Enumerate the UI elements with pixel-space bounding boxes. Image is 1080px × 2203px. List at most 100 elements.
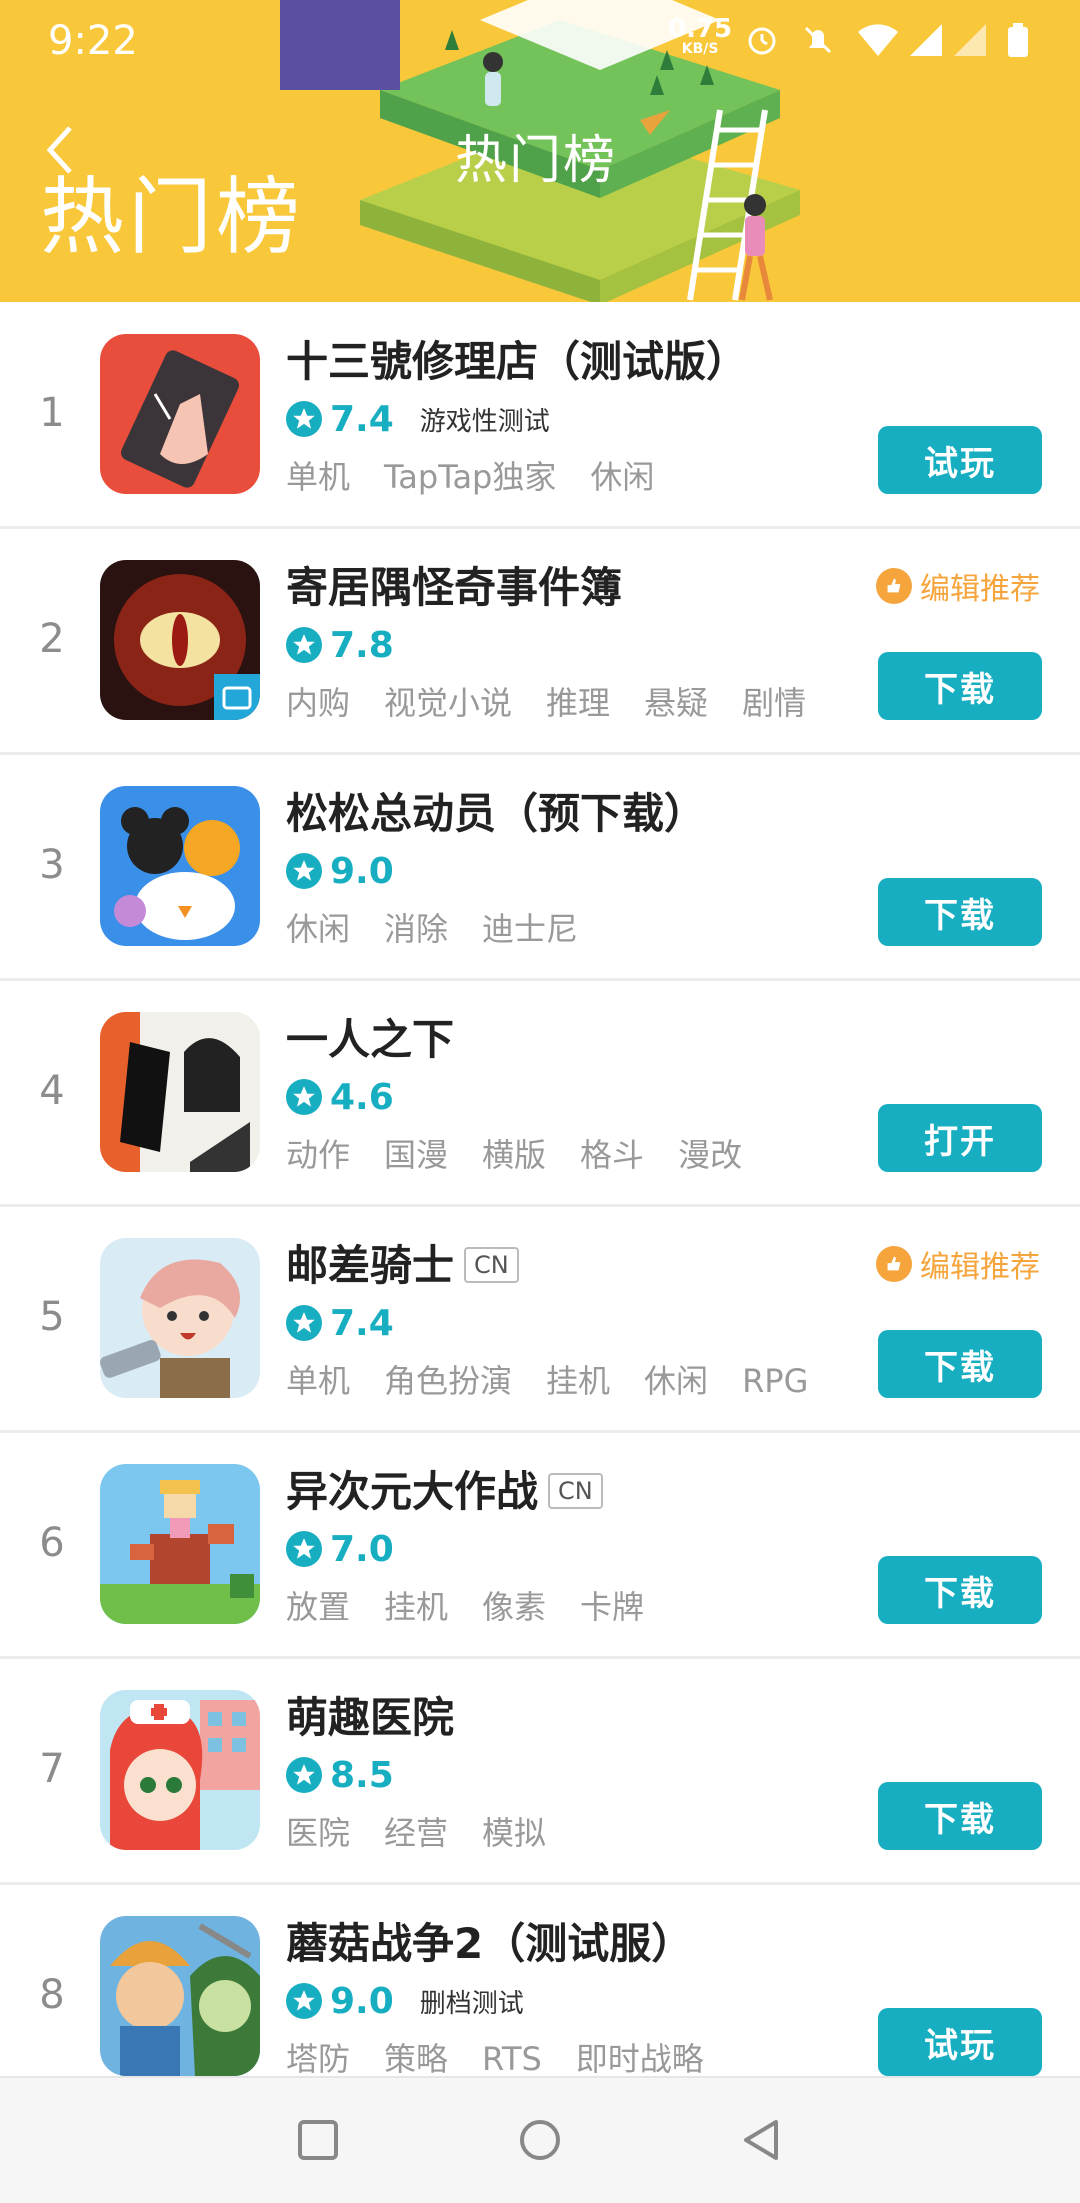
knight-girl-icon[interactable]: [100, 1238, 260, 1398]
disney-tsum-icon[interactable]: [100, 786, 260, 946]
open-button[interactable]: 打开: [878, 1104, 1042, 1172]
list-item[interactable]: 5 邮差骑士 CN 编辑推荐 7.4 单机 角色扮演 挂机 休闲 RPG 下载: [0, 1206, 1080, 1433]
app-name[interactable]: 萌趣医院: [286, 1684, 454, 1745]
star-icon: [286, 853, 322, 889]
list-item[interactable]: 3 松松总动员（预下载） 9.0 休闲 消除 迪士尼 下载: [0, 754, 1080, 981]
tag[interactable]: 像素: [482, 1588, 546, 1626]
tag[interactable]: 推理: [546, 684, 610, 722]
list-item[interactable]: 8 蘑菇战争2（测试服） 9.0 删档测试 塔防 策略 RTS 即时战略 试玩: [0, 1884, 1080, 2108]
rank-number: 8: [39, 1972, 65, 2018]
tag[interactable]: 挂机: [546, 1362, 610, 1400]
phone-hand-icon[interactable]: [100, 334, 260, 494]
app-name[interactable]: 异次元大作战 CN: [286, 1458, 603, 1519]
tag-list: 内购 视觉小说 推理 悬疑 剧情: [286, 678, 840, 724]
app-name[interactable]: 蘑菇战争2（测试服）: [286, 1910, 693, 1971]
pixel-dragon-icon[interactable]: [100, 1464, 260, 1624]
mushroom-war-icon[interactable]: [100, 1916, 260, 2076]
try-button[interactable]: 试玩: [878, 2008, 1042, 2076]
list-item[interactable]: 1 十三號修理店（测试版） 7.4 游戏性测试 单机 TapTap独家 休闲 试玩: [0, 302, 1080, 529]
tag[interactable]: 塔防: [286, 2040, 350, 2078]
score-value: 7.4: [330, 1302, 394, 1344]
recents-square-icon[interactable]: [296, 2118, 340, 2162]
cn-badge: CN: [548, 1472, 603, 1509]
tag[interactable]: 卡牌: [580, 1588, 644, 1626]
tag[interactable]: 国漫: [384, 1136, 448, 1174]
tag[interactable]: 消除: [384, 910, 448, 948]
tag[interactable]: 视觉小说: [384, 684, 512, 722]
app-name-text: 一人之下: [286, 1015, 455, 1064]
app-name[interactable]: 一人之下: [286, 1006, 454, 1067]
tag[interactable]: 动作: [286, 1136, 350, 1174]
rank-number: 7: [39, 1746, 65, 1792]
app-name[interactable]: 邮差骑士 CN: [286, 1232, 519, 1293]
download-button[interactable]: 下载: [878, 1330, 1042, 1398]
ink-character-icon[interactable]: [100, 1012, 260, 1172]
app-name[interactable]: 十三號修理店（测试版）: [286, 328, 748, 389]
tag[interactable]: 挂机: [384, 1588, 448, 1626]
app-name[interactable]: 寄居隅怪奇事件簿: [286, 554, 622, 615]
rank-number: 1: [39, 390, 65, 436]
app-name-text: 异次元大作战: [286, 1467, 539, 1516]
tag[interactable]: 即时战略: [576, 2040, 704, 2078]
tag-list: 休闲 消除 迪士尼: [286, 904, 612, 950]
tag[interactable]: 单机: [286, 458, 350, 496]
signal-icon: [910, 24, 942, 56]
star-icon: [286, 1757, 322, 1793]
star-icon: [286, 627, 322, 663]
star-icon: [286, 1531, 322, 1567]
nurse-icon[interactable]: [100, 1690, 260, 1850]
status-bar: 9:22 0.75 KB/S: [0, 0, 1080, 80]
app-name-text: 松松总动员（预下载）: [286, 789, 707, 838]
list-item[interactable]: 7 萌趣医院 8.5 医院 经营 模拟 下载: [0, 1658, 1080, 1885]
app-score: 7.4 游戏性测试: [286, 396, 550, 442]
list-item[interactable]: 2 寄居隅怪奇事件簿 编辑推荐 7.8 内购 视觉小说 推理 悬疑 剧情 下载: [0, 528, 1080, 755]
app-score: 8.5: [286, 1752, 394, 1798]
star-icon: [286, 401, 322, 437]
download-button[interactable]: 下载: [878, 1556, 1042, 1624]
tag[interactable]: 单机: [286, 1362, 350, 1400]
tag[interactable]: 放置: [286, 1588, 350, 1626]
app-score: 7.0: [286, 1526, 394, 1572]
try-button[interactable]: 试玩: [878, 426, 1042, 494]
tag-list: 单机 角色扮演 挂机 休闲 RPG: [286, 1356, 842, 1402]
download-button[interactable]: 下载: [878, 652, 1042, 720]
back-triangle-icon[interactable]: [740, 2118, 784, 2162]
tag[interactable]: 横版: [482, 1136, 546, 1174]
tag-list: 放置 挂机 像素 卡牌: [286, 1582, 678, 1628]
app-name[interactable]: 松松总动员（预下载）: [286, 780, 706, 841]
app-name-text: 寄居隅怪奇事件簿: [286, 563, 623, 612]
tag[interactable]: 经营: [384, 1814, 448, 1852]
net-speed-unit: KB/S: [681, 41, 719, 57]
tag[interactable]: RTS: [482, 2040, 542, 2078]
tag[interactable]: 医院: [286, 1814, 350, 1852]
tag[interactable]: RPG: [742, 1362, 808, 1400]
net-speed: 0.75 KB/S: [668, 16, 732, 56]
tag[interactable]: 休闲: [644, 1362, 708, 1400]
tag[interactable]: 格斗: [580, 1136, 644, 1174]
download-button[interactable]: 下载: [878, 878, 1042, 946]
tag[interactable]: 休闲: [590, 458, 654, 496]
tag[interactable]: 悬疑: [644, 684, 708, 722]
editor-recommend: 编辑推荐: [876, 1242, 1040, 1286]
score-value: 9.0: [330, 850, 394, 892]
tag[interactable]: 剧情: [742, 684, 806, 722]
app-name-text: 萌趣医院: [286, 1693, 455, 1742]
list-item[interactable]: 4 一人之下 4.6 动作 国漫 横版 格斗 漫改 打开: [0, 980, 1080, 1207]
home-circle-icon[interactable]: [518, 2118, 562, 2162]
tag[interactable]: 漫改: [678, 1136, 742, 1174]
app-score: 7.8: [286, 622, 394, 668]
recommend-label: 编辑推荐: [920, 572, 1040, 607]
list-item[interactable]: 6 异次元大作战 CN 7.0 放置 挂机 像素 卡牌 下载: [0, 1432, 1080, 1659]
tag[interactable]: 角色扮演: [384, 1362, 512, 1400]
tag[interactable]: 策略: [384, 2040, 448, 2078]
tag[interactable]: 内购: [286, 684, 350, 722]
download-button[interactable]: 下载: [878, 1782, 1042, 1850]
thumbs-up-icon: [876, 568, 912, 604]
tag[interactable]: 模拟: [482, 1814, 546, 1852]
eye-icon[interactable]: [100, 560, 260, 720]
tag[interactable]: TapTap独家: [384, 458, 556, 496]
tag[interactable]: 休闲: [286, 910, 350, 948]
alarm-icon: [748, 27, 776, 55]
star-icon: [286, 1305, 322, 1341]
tag[interactable]: 迪士尼: [482, 910, 578, 948]
